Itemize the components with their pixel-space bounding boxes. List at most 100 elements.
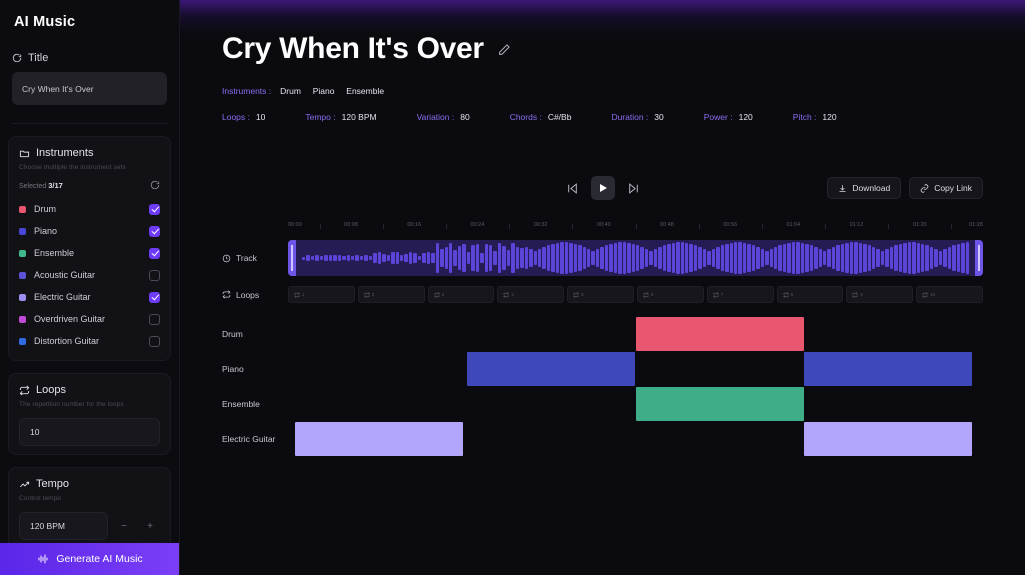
transport-controls [566, 176, 640, 200]
clip-row-label: Ensemble [222, 399, 260, 409]
loop-cell-number: 4 [511, 292, 514, 297]
clip-lane[interactable] [288, 422, 983, 456]
instrument-checkbox[interactable] [149, 269, 160, 281]
instrument-row[interactable]: Drum [19, 198, 160, 220]
download-button[interactable]: Download [827, 177, 902, 199]
loop-cell[interactable]: 7 [706, 286, 774, 303]
clip-block[interactable] [635, 387, 804, 421]
copy-link-button[interactable]: Copy Link [909, 177, 983, 199]
ruler-tick-label: 00:48 [660, 222, 674, 228]
waveform-bar [929, 246, 934, 270]
params-row: Loops : 10 Tempo : 120 BPM Variation : 80 Chor… [222, 112, 983, 122]
waveform-bar [529, 248, 533, 268]
waveform-bar [457, 245, 462, 271]
playhead-end[interactable] [975, 240, 983, 276]
tempo-input[interactable]: 120 BPM [19, 512, 108, 540]
title-input[interactable]: Cry When It's Over [12, 72, 167, 105]
skip-back-icon[interactable] [566, 182, 579, 195]
waveform-bar [947, 246, 952, 270]
ruler-tick-label: 01:28 [969, 222, 983, 228]
skip-forward-icon[interactable] [627, 182, 640, 195]
track-label-text: Track [236, 253, 257, 263]
clip-block[interactable] [803, 352, 972, 386]
waveform-bar [399, 254, 404, 262]
clip-lane[interactable] [288, 387, 983, 421]
folder-icon [19, 148, 30, 159]
loop-cell[interactable]: 10 [916, 286, 983, 303]
ruler-tick-mark [888, 224, 890, 229]
loop-cell-number: 8 [790, 292, 794, 297]
waveform-bar [644, 248, 649, 268]
waveform-bar [934, 248, 938, 268]
waveform-bar [551, 243, 555, 273]
ruler-tick-label: 00:00 [288, 222, 302, 228]
loop-cell[interactable]: 8 [776, 286, 844, 303]
instrument-row[interactable]: Electric Guitar [19, 286, 160, 308]
loop-cell[interactable]: 5 [567, 286, 634, 303]
loop-cell[interactable]: 9 [846, 286, 914, 303]
waveform-bar [707, 250, 711, 266]
instrument-color-dot [19, 249, 26, 257]
instrument-checkbox[interactable] [149, 335, 160, 347]
loop-cell[interactable]: 3 [427, 286, 495, 303]
tempo-increment-button[interactable]: + [140, 521, 160, 532]
instrument-color-dot [19, 337, 26, 345]
clip-row-label: Piano [222, 364, 244, 374]
instrument-row[interactable]: Distortion Guitar [19, 330, 160, 352]
waveform[interactable] [288, 240, 983, 276]
waveform-bar [582, 246, 586, 270]
instrument-color-dot [19, 315, 26, 323]
waveform-bar [867, 244, 871, 272]
tempo-decrement-button[interactable]: − [114, 521, 134, 532]
instrument-row[interactable]: Acoustic Guitar [19, 264, 160, 286]
param-item: Variation : 80 [417, 112, 470, 122]
waveform-bar [916, 242, 920, 274]
generate-button-label: Generate AI Music [56, 553, 143, 565]
loop-cell[interactable]: 2 [357, 286, 425, 303]
waveform-bar [956, 243, 961, 273]
pencil-icon[interactable] [498, 43, 511, 56]
generate-ai-music-button[interactable]: Generate AI Music [0, 543, 179, 575]
refresh-icon[interactable] [150, 180, 160, 190]
loop-icon [852, 291, 859, 298]
param-key: Variation : [416, 112, 455, 122]
loop-icon [782, 291, 789, 298]
waveform-bar [640, 246, 644, 270]
copy-link-button-label: Copy Link [934, 183, 972, 193]
clip-block[interactable] [467, 352, 636, 386]
clip-block[interactable] [294, 422, 464, 456]
instrument-checkbox[interactable] [149, 203, 160, 215]
instrument-checkbox[interactable] [149, 313, 160, 325]
waveform-bar [462, 243, 466, 273]
waveform-bar [720, 245, 725, 271]
instrument-row[interactable]: Ensemble [19, 242, 160, 264]
waveform-bar [814, 246, 818, 270]
param-key: Pitch : [792, 112, 817, 122]
instrument-checkbox[interactable] [149, 247, 160, 259]
loop-cell[interactable]: 6 [636, 286, 704, 303]
instrument-row[interactable]: Piano [19, 220, 160, 242]
clip-lane[interactable] [288, 317, 983, 351]
tempo-heading-text: Tempo [36, 478, 70, 490]
waveform-bar [502, 246, 506, 270]
clip-block[interactable] [803, 422, 972, 456]
instruments-heading-text: Instruments [36, 147, 94, 159]
clip-lane[interactable] [288, 352, 983, 386]
loop-cell[interactable]: 4 [497, 286, 565, 303]
playhead-start[interactable] [288, 240, 296, 276]
instrument-checkbox[interactable] [149, 291, 160, 303]
selected-label: Selected [19, 182, 47, 190]
param-item: Duration : 30 [611, 112, 663, 122]
timeline-ruler[interactable]: 00:00 00:08 00:16 00:24 00:32 00:40 00:48 00:56… [288, 222, 983, 236]
loops-input[interactable]: 10 [19, 418, 160, 446]
play-button[interactable] [590, 176, 615, 200]
ruler-tick-mark [382, 224, 384, 229]
loop-cells: 1 2 3 4 5 6 7 8 9 10 [288, 286, 983, 303]
loop-cell[interactable]: 1 [288, 286, 355, 303]
clip-block[interactable] [635, 317, 804, 351]
waveform-bar [676, 242, 680, 274]
instrument-checkbox[interactable] [149, 225, 160, 237]
instrument-row[interactable]: Overdriven Guitar [19, 308, 160, 330]
param-key: Power : [703, 112, 733, 122]
waveform-bar [872, 246, 876, 270]
